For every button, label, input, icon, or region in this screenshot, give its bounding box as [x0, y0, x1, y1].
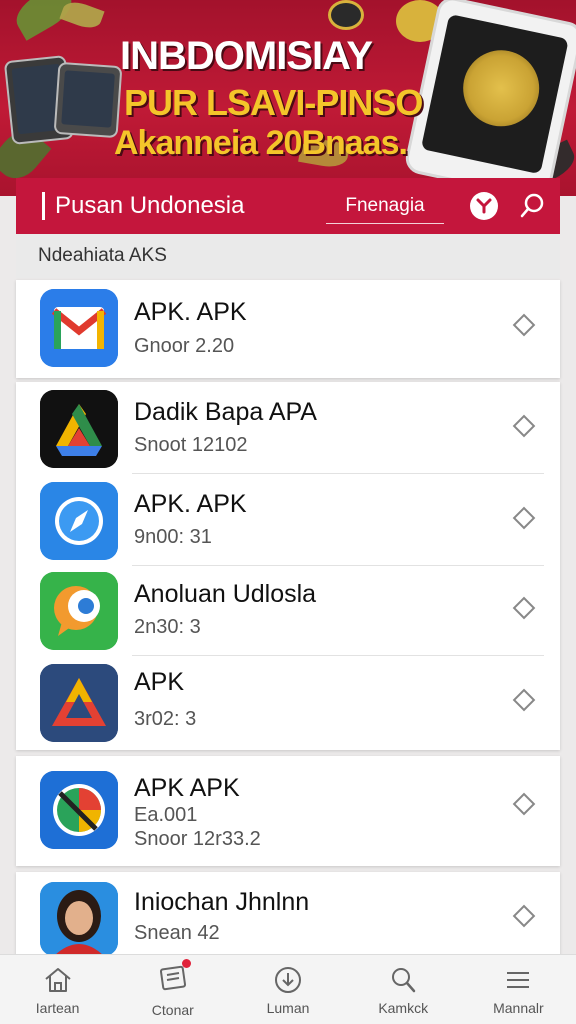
bottom-navigation: Iartean Ctonar Luman Kamkck Mannalr — [0, 954, 576, 1024]
diamond-icon[interactable] — [512, 688, 536, 712]
nav-item-download[interactable]: Luman — [230, 955, 345, 1024]
safari-app-icon — [40, 482, 118, 560]
list-item[interactable]: Anoluan Udlosla 2n30: 3 — [16, 566, 560, 656]
list-item[interactable]: Iniochan Jhnlnn Snean 42 — [16, 872, 560, 956]
filter-icon — [476, 198, 492, 214]
header-divider — [42, 192, 45, 220]
app-card: Iniochan Jhnlnn Snean 42 — [16, 872, 560, 956]
app-card: Dadik Bapa APA Snoot 12102 APK. APK 9n00… — [16, 382, 560, 750]
leaf-decoration — [59, 0, 105, 33]
search-button[interactable] — [518, 191, 548, 221]
app-screen: INBDOMISIAY PUR LSAVI-PINSO Akanneia 20B… — [0, 0, 576, 1024]
app-version: Gnoor 2.20 — [134, 335, 235, 357]
app-name: Iniochan Jhnlnn — [134, 888, 310, 916]
notification-badge — [181, 959, 191, 968]
category-dropdown[interactable]: Fnenagia — [326, 188, 444, 224]
nav-label: Luman — [266, 999, 310, 1016]
chat-app-icon — [40, 572, 118, 650]
nav-label: Iartean — [35, 999, 80, 1016]
nav-item-menu[interactable]: Mannalr — [461, 955, 576, 1024]
list-item[interactable]: Dadik Bapa APA Snoot 12102 — [16, 382, 560, 474]
app-size: Snoor 12r33.2 — [134, 828, 261, 850]
app-name: APK. APK — [134, 298, 247, 326]
app-card: APK APK Ea.001 Snoor 12r33.2 — [16, 756, 560, 866]
filter-button[interactable] — [470, 192, 498, 220]
list-item[interactable]: APK APK Ea.001 Snoor 12r33.2 — [16, 756, 560, 866]
diamond-icon[interactable] — [512, 313, 536, 337]
search-icon — [520, 193, 544, 218]
garuda-emblem-icon — [456, 43, 547, 134]
app-version: Snoot 12102 — [134, 434, 248, 456]
nav-item-home[interactable]: Iartean — [0, 955, 115, 1024]
list-item[interactable]: APK 3r02: 3 — [16, 656, 560, 750]
diamond-icon[interactable] — [512, 904, 536, 928]
app-name: APK. APK — [134, 490, 247, 518]
app-name: APK APK — [134, 774, 240, 802]
list-item[interactable]: APK. APK Gnoor 2.20 — [16, 280, 560, 378]
app-name: Anoluan Udlosla — [134, 580, 317, 608]
emblem-icon — [328, 0, 364, 30]
nav-label: Mannalr — [493, 999, 544, 1016]
avatar-app-icon — [40, 882, 118, 956]
search-icon — [392, 967, 416, 992]
download-icon — [275, 966, 301, 993]
app-version: 9n00: 31 — [134, 526, 212, 548]
app-version: Snean 42 — [134, 922, 220, 944]
nav-item-news[interactable]: Ctonar — [115, 955, 230, 1024]
diamond-icon[interactable] — [512, 506, 536, 530]
page-title: Pusan Undonesia — [55, 192, 245, 219]
diamond-icon[interactable] — [512, 596, 536, 620]
nav-label: Kamkck — [378, 999, 429, 1016]
app-header: Pusan Undonesia Fnenagia — [16, 178, 560, 234]
app-name: APK — [134, 668, 185, 696]
diamond-icon[interactable] — [512, 792, 536, 816]
phone-illustration — [53, 61, 123, 139]
promo-banner[interactable]: INBDOMISIAY PUR LSAVI-PINSO Akanneia 20B… — [0, 0, 576, 196]
browser-app-icon — [40, 771, 118, 849]
app-version: Ea.001 — [134, 804, 198, 826]
nav-item-search[interactable]: Kamkck — [346, 955, 461, 1024]
gmail-app-icon — [40, 289, 118, 367]
app-name: Dadik Bapa APA — [134, 398, 317, 426]
home-icon — [44, 967, 71, 992]
app-version: 2n30: 3 — [134, 616, 201, 638]
banner-tagline: Akanneia 20Bnaas. — [114, 124, 408, 162]
nav-label: Ctonar — [151, 1002, 194, 1018]
drive-app-icon — [40, 390, 118, 468]
diamond-icon[interactable] — [512, 414, 536, 438]
list-item[interactable]: APK. APK 9n00: 31 — [16, 474, 560, 566]
menu-icon — [507, 971, 530, 988]
app-card: APK. APK Gnoor 2.20 — [16, 280, 560, 378]
banner-subheadline: PUR LSAVI-PINSO — [124, 82, 423, 123]
section-title: Ndeahiata AKS — [16, 234, 560, 278]
triangle-app-icon — [40, 664, 118, 742]
banner-headline: INBDOMISIAY — [120, 34, 373, 78]
app-version: 3r02: 3 — [134, 708, 197, 730]
